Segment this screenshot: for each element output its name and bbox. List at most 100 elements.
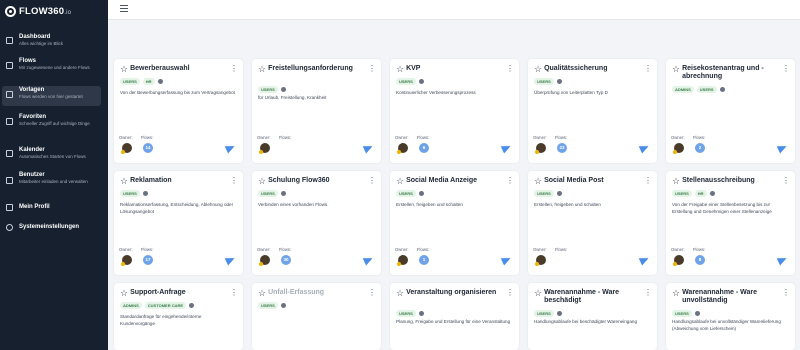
favorite-star-icon[interactable]: ☆ [396, 289, 404, 298]
sidebar-item-kalender[interactable]: Kalender Automatisches Starten von Flows [2, 146, 101, 162]
logo-icon [5, 6, 16, 17]
template-card[interactable]: ☆ Schulung Flow360 ⋮ USERS Verbinden ein… [252, 171, 381, 275]
start-flow-icon[interactable] [638, 254, 651, 266]
star-icon [6, 118, 13, 125]
add-role-icon[interactable] [556, 191, 562, 196]
role-badge: USERS [672, 310, 692, 317]
favorite-star-icon[interactable]: ☆ [396, 65, 404, 74]
more-options-icon[interactable]: ⋮ [368, 289, 376, 297]
add-role-icon[interactable] [157, 79, 163, 84]
sidebar-item-mein-profil[interactable]: Mein Profil [2, 203, 101, 213]
sidebar-item-label: Systemeinstellungen [19, 224, 80, 230]
badge-list: USERS [258, 86, 286, 93]
more-options-icon[interactable]: ⋮ [230, 65, 238, 73]
add-role-icon[interactable] [556, 311, 562, 316]
add-role-icon[interactable] [418, 79, 424, 84]
badge-list: USERS [672, 310, 700, 317]
template-card[interactable]: ☆ Reklamation ⋮ USERS Reklamationserfass… [114, 171, 243, 275]
card-title: Bewerberauswahl [130, 65, 190, 72]
sidebar-item-flows[interactable]: Flows Mir zugewiesene und andere Flows [2, 57, 101, 79]
add-role-icon[interactable] [142, 191, 148, 196]
template-card[interactable]: ☆ Social Media Post ⋮ USERS Erstellen, f… [528, 171, 657, 275]
more-options-icon[interactable]: ⋮ [368, 65, 376, 73]
start-flow-icon[interactable] [776, 142, 789, 154]
template-card[interactable]: ☆ Freistellungsanforderung ⋮ USERS für U… [252, 59, 381, 163]
flows-label: Flows: [693, 135, 706, 140]
favorite-star-icon[interactable]: ☆ [258, 289, 266, 298]
template-card[interactable]: ☆ Qualitätssicherung ⋮ USERS Überprüfung… [528, 59, 657, 163]
sidebar-item-benutzer[interactable]: Benutzer Mitarbeiter einladen und verwal… [2, 171, 101, 193]
template-card[interactable]: ☆ Reisekostenantrag und -abrechnung ⋮ AD… [666, 59, 795, 163]
add-role-icon[interactable] [418, 311, 424, 316]
template-card[interactable]: ☆ Unfall-Erfassung ⋮ USERS [252, 283, 381, 350]
add-role-icon[interactable] [280, 303, 286, 308]
favorite-star-icon[interactable]: ☆ [258, 177, 266, 186]
more-options-icon[interactable]: ⋮ [506, 289, 514, 297]
favorite-star-icon[interactable]: ☆ [672, 289, 680, 298]
badge-list: USERS [258, 190, 286, 197]
more-options-icon[interactable]: ⋮ [782, 177, 790, 185]
start-flow-icon[interactable] [362, 142, 375, 154]
more-options-icon[interactable]: ⋮ [230, 289, 238, 297]
favorite-star-icon[interactable]: ☆ [258, 65, 266, 74]
role-badge: CUSTOMER CARE [144, 302, 187, 309]
add-role-icon[interactable] [418, 191, 424, 196]
start-flow-icon[interactable] [500, 142, 513, 154]
sidebar-item-vorlagen[interactable]: Vorlagen Flows werden von hier gestartet [2, 86, 101, 106]
role-badge: USERS [396, 78, 416, 85]
favorite-star-icon[interactable]: ☆ [120, 289, 128, 298]
favorite-star-icon[interactable]: ☆ [396, 177, 404, 186]
template-card[interactable]: ☆ Stellenausschreibung ⋮ USERS HR Von der… [666, 171, 795, 275]
more-options-icon[interactable]: ⋮ [782, 65, 790, 73]
more-options-icon[interactable]: ⋮ [506, 65, 514, 73]
template-card[interactable]: ☆ Social Media Anzeige ⋮ USERS Erstellen… [390, 171, 519, 275]
start-flow-icon[interactable] [776, 254, 789, 266]
template-card[interactable]: ☆ Warenannahme - Ware unvollständig ⋮ US… [666, 283, 795, 350]
add-role-icon[interactable] [719, 87, 725, 92]
favorite-star-icon[interactable]: ☆ [120, 65, 128, 74]
favorite-star-icon[interactable]: ☆ [120, 177, 128, 186]
hamburger-menu-icon[interactable] [120, 5, 128, 12]
flows-label: Flows: [141, 135, 154, 140]
more-options-icon[interactable]: ⋮ [644, 289, 652, 297]
template-card[interactable]: ☆ Bewerberauswahl ⋮ USERS HR Von der Bewe… [114, 59, 243, 163]
start-flow-icon[interactable] [224, 254, 237, 266]
role-badge: USERS [258, 86, 278, 93]
add-role-icon[interactable] [694, 311, 700, 316]
sidebar-item-dashboard[interactable]: Dashboard Alles wichtige im Blick [2, 33, 101, 49]
start-flow-icon[interactable] [224, 142, 237, 154]
badge-list: USERS [534, 78, 562, 85]
template-card[interactable]: ☆ Warenannahme - Ware beschädigt ⋮ USERS… [528, 283, 657, 350]
more-options-icon[interactable]: ⋮ [506, 177, 514, 185]
start-flow-icon[interactable] [500, 254, 513, 266]
favorite-star-icon[interactable]: ☆ [672, 65, 680, 74]
app-logo[interactable]: FLOW360.io [5, 6, 71, 17]
role-badge: USERS [696, 86, 717, 93]
sidebar-item-label: Benutzer [19, 172, 45, 178]
more-options-icon[interactable]: ⋮ [368, 177, 376, 185]
more-options-icon[interactable]: ⋮ [782, 289, 790, 297]
favorite-star-icon[interactable]: ☆ [534, 289, 542, 298]
add-role-icon[interactable] [280, 87, 286, 92]
sidebar-item-favoriten[interactable]: Favoriten Schneller Zugriff auf wichtige… [2, 113, 101, 135]
add-role-icon[interactable] [709, 191, 715, 196]
more-options-icon[interactable]: ⋮ [644, 177, 652, 185]
owner-label: Owner: [257, 135, 271, 140]
role-badge: USERS [120, 190, 140, 197]
start-flow-icon[interactable] [638, 142, 651, 154]
sidebar-item-systemeinstellungen[interactable]: Systemeinstellungen [2, 223, 101, 233]
template-card[interactable]: ☆ Veranstaltung organisieren ⋮ USERS Pla… [390, 283, 519, 350]
favorite-star-icon[interactable]: ☆ [534, 177, 542, 186]
add-role-icon[interactable] [280, 191, 286, 196]
start-flow-icon[interactable] [362, 254, 375, 266]
add-role-icon[interactable] [556, 79, 562, 84]
template-card[interactable]: ☆ Support-Anfrage ⋮ ADMINS CUSTOMER CARE … [114, 283, 243, 350]
template-card[interactable]: ☆ KVP ⋮ USERS Kontinuierlicher Verbesser… [390, 59, 519, 163]
more-options-icon[interactable]: ⋮ [230, 177, 238, 185]
add-role-icon[interactable] [189, 303, 195, 308]
card-title: KVP [406, 65, 421, 72]
more-options-icon[interactable]: ⋮ [644, 65, 652, 73]
favorite-star-icon[interactable]: ☆ [672, 177, 680, 186]
flows-label: Flows: [279, 135, 292, 140]
favorite-star-icon[interactable]: ☆ [534, 65, 542, 74]
